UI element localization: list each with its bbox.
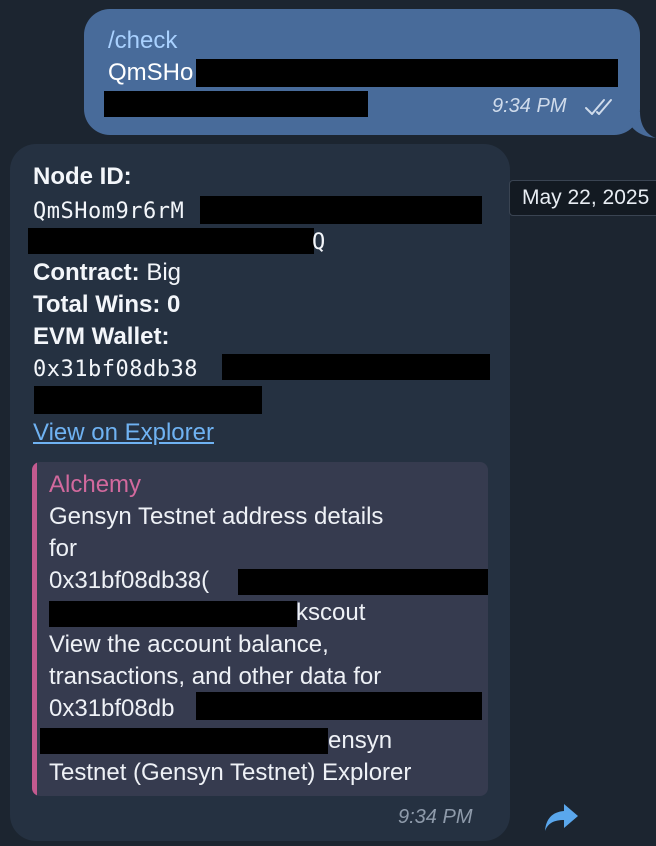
total-wins: Total Wins: 0	[33, 291, 181, 318]
contract-label: Contract:	[33, 259, 140, 286]
preview-description-address: 0x31bf08db	[49, 695, 175, 722]
preview-site-name: Alchemy	[49, 471, 142, 498]
outgoing-hash-text: QmSHo	[108, 59, 194, 86]
double-check-icon	[585, 99, 612, 115]
evm-wallet-label: EVM Wallet:	[33, 323, 170, 350]
contract-line: Contract: Big	[33, 258, 181, 288]
node-id-value: QmSHom9r6rM	[33, 199, 185, 224]
redaction-bar	[34, 386, 262, 414]
node-id-label: Node ID:	[33, 163, 132, 190]
preview-description-line: transactions, and other data for	[49, 663, 382, 690]
outgoing-message[interactable]: /check QmSHo 9:34 PM	[84, 9, 640, 135]
redaction-bar	[104, 91, 368, 117]
forward-icon[interactable]	[542, 798, 582, 836]
redaction-bar	[49, 601, 297, 627]
preview-title-tail: kscout	[296, 599, 366, 626]
redaction-bar	[196, 59, 618, 87]
preview-title-line: Gensyn Testnet address details	[49, 503, 384, 530]
preview-title-line: for	[49, 535, 78, 562]
link-preview[interactable]: Alchemy Gensyn Testnet address details f…	[32, 462, 488, 796]
command-text[interactable]: /check	[108, 27, 177, 55]
preview-description-tail: ensyn	[328, 727, 393, 754]
preview-description-line: Testnet (Gensyn Testnet) Explorer	[49, 759, 412, 786]
redaction-bar	[28, 228, 314, 254]
incoming-message[interactable]: Node ID: QmSHom9r6rM Q Contract: Big Tot…	[10, 144, 510, 841]
preview-accent-bar	[32, 462, 37, 796]
node-id-tail: Q	[312, 230, 326, 255]
preview-description-line: View the account balance,	[49, 631, 329, 658]
date-tooltip: May 22, 2025	[509, 180, 656, 216]
redaction-bar	[222, 354, 490, 380]
message-time: 9:34 PM	[492, 95, 567, 117]
view-on-explorer-link[interactable]: View on Explorer	[33, 418, 214, 448]
wallet-address: 0x31bf08db38	[33, 357, 198, 382]
redaction-bar	[40, 728, 328, 754]
redaction-bar	[196, 692, 482, 720]
redaction-bar	[238, 569, 488, 595]
preview-title-address: 0x31bf08db38(	[49, 567, 210, 594]
chat-view: /check QmSHo 9:34 PM Node ID: QmSHom9r6r…	[0, 0, 656, 846]
message-time: 9:34 PM	[398, 806, 473, 828]
contract-value: Big	[146, 259, 182, 286]
redaction-bar	[200, 196, 482, 224]
